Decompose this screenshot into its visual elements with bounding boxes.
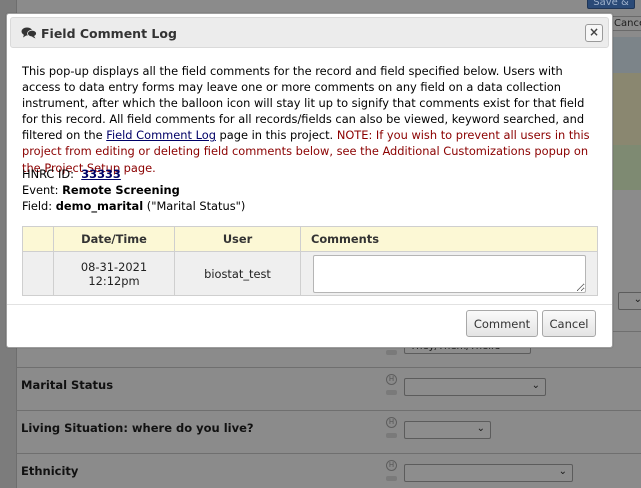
event-line: Event: Remote Screening [22, 182, 245, 198]
cancel-button[interactable]: Cancel [542, 310, 596, 337]
ethnicity-select[interactable]: ⌄ [404, 464, 573, 482]
record-id-link[interactable]: 33333 [81, 167, 121, 181]
event-label: Event: [22, 183, 59, 197]
close-button[interactable]: × [585, 24, 603, 42]
form-stripe [610, 73, 641, 101]
field-row-marital-status: Marital Status H ⌄ [16, 367, 641, 410]
field-label: Field: [22, 199, 53, 213]
save-button[interactable]: Save & [587, 0, 635, 9]
dialog-title: Field Comment Log [41, 26, 177, 41]
field-label: Marital Status [21, 378, 114, 392]
table-cell-blank [22, 251, 54, 296]
dialog-description: This pop-up displays all the field comme… [22, 63, 600, 176]
form-stripe [610, 101, 641, 145]
history-icon[interactable]: H [386, 374, 397, 385]
field-label: Living Situation: where do you live? [21, 421, 254, 435]
table-cell-comments [300, 251, 598, 296]
comment-balloon-icon[interactable] [386, 433, 397, 438]
chevron-down-icon: ⌄ [633, 294, 641, 305]
chevron-down-icon: ⌄ [558, 466, 567, 477]
comment-button[interactable]: Comment [466, 310, 538, 337]
record-id-label: HNRC ID: [22, 167, 74, 181]
field-comment-log-link[interactable]: Field Comment Log [106, 128, 216, 142]
chevron-down-icon: ⌄ [531, 380, 540, 391]
field-comment-log-dialog: Field Comment Log × This pop-up displays… [6, 13, 613, 348]
event-value: Remote Screening [62, 183, 180, 197]
table-header-user: User [174, 226, 301, 252]
intro-tail: page in this project. [215, 128, 337, 143]
marital-status-select[interactable]: ⌄ [404, 378, 546, 396]
table-header-row: Date/Time User Comments [22, 226, 598, 252]
living-situation-select[interactable]: ⌄ [404, 421, 491, 439]
comments-icon [21, 27, 37, 39]
comment-balloon-icon[interactable] [386, 390, 397, 395]
close-icon: × [588, 25, 600, 39]
chevron-down-icon: ⌄ [476, 423, 485, 434]
dialog-footer-divider [7, 304, 612, 305]
record-info: HNRC ID: 33333 Event: Remote Screening F… [22, 166, 245, 214]
dialog-titlebar[interactable]: Field Comment Log × [10, 17, 609, 48]
field-line: Field: demo_marital ("Marital Status") [22, 198, 245, 214]
comment-date: 08-31-2021 [80, 259, 148, 274]
table-header-comments: Comments [300, 226, 598, 252]
comment-balloon-icon[interactable] [386, 350, 397, 355]
table-cell-datetime: 08-31-2021 12:12pm [53, 251, 175, 296]
pronoun-select[interactable]: ⌄ [618, 292, 641, 310]
field-name: demo_marital [55, 199, 144, 213]
table-cell-user: biostat_test [174, 251, 301, 296]
table-header-blank [22, 226, 54, 252]
comment-balloon-icon[interactable] [386, 476, 397, 481]
comments-table: Date/Time User Comments 08-31-2021 12:12… [22, 226, 598, 296]
cancel-button[interactable]: Cancel [610, 16, 641, 31]
history-icon[interactable]: H [386, 460, 397, 471]
comment-time: 12:12pm [88, 273, 140, 288]
field-label: Ethnicity [21, 464, 79, 478]
field-row-living-situation: Living Situation: where do you live? H ⌄ [16, 410, 641, 453]
table-row: 08-31-2021 12:12pm biostat_test [22, 251, 598, 296]
comment-textarea[interactable] [312, 254, 586, 293]
table-header-datetime: Date/Time [53, 226, 175, 252]
field-row-ethnicity: Ethnicity H ⌄ [16, 453, 641, 488]
form-stripe [610, 145, 641, 190]
field-description: ("Marital Status") [146, 199, 246, 213]
record-id-line: HNRC ID: 33333 [22, 166, 245, 182]
history-icon[interactable]: H [386, 417, 397, 428]
form-stripe [610, 37, 641, 73]
